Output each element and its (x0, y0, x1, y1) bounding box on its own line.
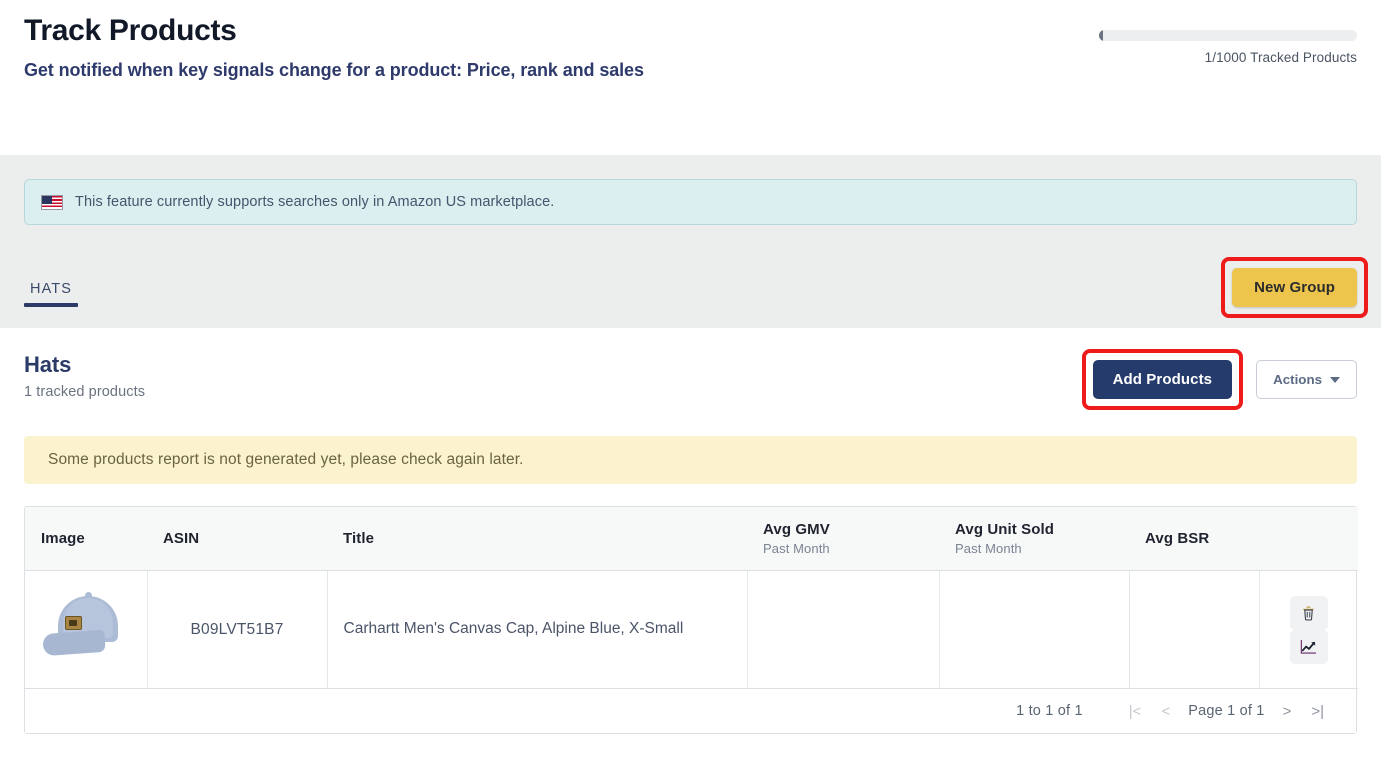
product-thumbnail (41, 590, 133, 664)
new-group-annotation: New Group (1232, 268, 1357, 307)
group-tracked-count: 1 tracked products (24, 384, 145, 400)
column-header-avg-unit-sold: Avg Unit Sold Past Month (939, 507, 1129, 571)
tabs-band: This feature currently supports searches… (0, 155, 1381, 328)
column-header-avg-unit-sold-label: Avg Unit Sold (955, 521, 1054, 538)
cell-product-image (25, 571, 147, 689)
chevron-down-icon (1330, 377, 1340, 383)
column-header-avg-bsr: Avg BSR (1129, 507, 1259, 571)
column-header-asin-label: ASIN (163, 530, 199, 547)
view-chart-button[interactable] (1290, 630, 1328, 664)
group-action-buttons: Add Products Actions (1093, 352, 1357, 399)
group-tabs-row: HATS New Group (24, 251, 1357, 307)
column-header-title: Title (327, 507, 747, 571)
column-header-title-label: Title (343, 530, 374, 547)
group-title-block: Hats 1 tracked products (24, 352, 145, 400)
tab-hats[interactable]: HATS (24, 281, 78, 307)
column-header-avg-gmv: Avg GMV Past Month (747, 507, 939, 571)
table-row: B09LVT51B7 Carhartt Men's Canvas Cap, Al… (25, 571, 1358, 689)
column-header-image-label: Image (41, 530, 85, 547)
pagination-page-label: Page 1 of 1 (1180, 703, 1272, 719)
table-header: Image ASIN Title Avg GMV Past Month Avg … (25, 507, 1358, 571)
column-header-avg-unit-sold-sub: Past Month (955, 541, 1113, 556)
cell-avg-unit-sold (939, 571, 1129, 689)
report-warning-banner: Some products report is not generated ye… (24, 436, 1357, 484)
column-header-image: Image (25, 507, 147, 571)
table-header-row: Image ASIN Title Avg GMV Past Month Avg … (25, 507, 1358, 571)
column-header-avg-gmv-label: Avg GMV (763, 521, 830, 538)
pagination-last-button[interactable]: >| (1301, 704, 1334, 719)
cell-avg-bsr (1129, 571, 1259, 689)
add-products-annotation: Add Products (1093, 360, 1233, 399)
group-header-row: Hats 1 tracked products Add Products Act… (24, 352, 1357, 426)
actions-dropdown-button[interactable]: Actions (1256, 360, 1357, 399)
column-header-operations (1259, 507, 1358, 571)
tracked-products-table-wrap: Image ASIN Title Avg GMV Past Month Avg … (24, 506, 1357, 734)
group-name: Hats (24, 352, 145, 378)
column-header-avg-bsr-label: Avg BSR (1145, 530, 1209, 547)
pagination-summary: 1 to 1 of 1 (1016, 703, 1083, 719)
tracked-products-quota: 1/1000 Tracked Products (1099, 30, 1357, 65)
add-products-button[interactable]: Add Products (1093, 360, 1233, 399)
table-body: B09LVT51B7 Carhartt Men's Canvas Cap, Al… (25, 571, 1358, 689)
us-flag-icon (41, 195, 63, 210)
pagination-next-button[interactable]: > (1273, 704, 1302, 719)
marketplace-info-text: This feature currently supports searches… (75, 194, 554, 210)
tab-hats-label: HATS (30, 281, 72, 297)
pagination-first-button[interactable]: |< (1119, 704, 1152, 719)
cell-avg-gmv (747, 571, 939, 689)
pagination-prev-button[interactable]: < (1151, 704, 1180, 719)
group-content: Hats 1 tracked products Add Products Act… (0, 328, 1381, 734)
quota-progress-fill (1099, 30, 1103, 41)
column-header-avg-gmv-sub: Past Month (763, 541, 923, 556)
new-group-button[interactable]: New Group (1232, 268, 1357, 307)
actions-dropdown-label: Actions (1273, 372, 1322, 387)
column-header-asin: ASIN (147, 507, 327, 571)
quota-label: 1/1000 Tracked Products (1099, 50, 1357, 65)
cell-title: Carhartt Men's Canvas Cap, Alpine Blue, … (327, 571, 747, 689)
cell-asin: B09LVT51B7 (147, 571, 327, 689)
delete-product-button[interactable] (1290, 596, 1328, 630)
page-header: Track Products Get notified when key sig… (0, 0, 1381, 155)
report-warning-text: Some products report is not generated ye… (48, 451, 524, 469)
tracked-products-table: Image ASIN Title Avg GMV Past Month Avg … (25, 507, 1358, 689)
cell-row-operations (1259, 571, 1358, 689)
marketplace-info-banner: This feature currently supports searches… (24, 179, 1357, 225)
trash-icon (1301, 605, 1316, 621)
quota-progress-bar (1099, 30, 1357, 41)
trending-chart-icon (1300, 639, 1317, 655)
table-pagination: 1 to 1 of 1 |< < Page 1 of 1 > >| (25, 689, 1356, 733)
